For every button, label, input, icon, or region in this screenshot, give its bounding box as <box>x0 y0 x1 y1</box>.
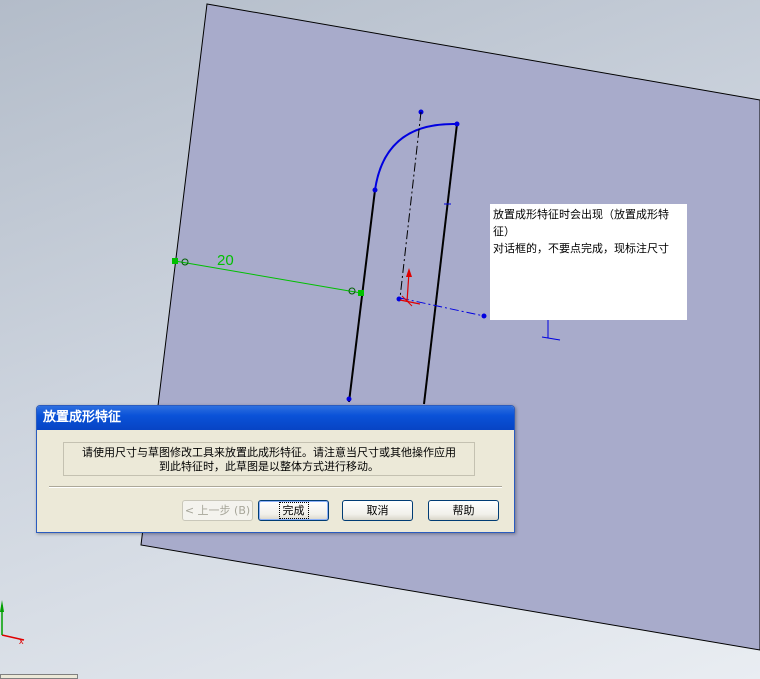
dialog-message-line-2: 到此特征时，此草图是以整体方式进行移动。 <box>159 460 379 473</box>
help-button[interactable]: 帮助 <box>428 500 499 521</box>
dialog-separator <box>49 486 502 488</box>
sketch-canvas[interactable]: 20 x <box>0 0 760 679</box>
sketch-point[interactable] <box>454 121 460 127</box>
back-button[interactable]: < 上一步 (B) <box>182 500 253 521</box>
sketch-point[interactable] <box>346 396 352 402</box>
dialog-message: 请使用尺寸与草图修改工具来放置此成形特征。请注意当尺寸或其他操作应用 到此特征时… <box>63 442 475 476</box>
bottom-status-tab[interactable] <box>0 674 78 679</box>
help-button-label: 帮助 <box>452 504 475 517</box>
place-form-feature-dialog[interactable]: 放置成形特征 请使用尺寸与草图修改工具来放置此成形特征。请注意当尺寸或其他操作应… <box>36 405 515 533</box>
sketch-plane[interactable] <box>140 3 760 651</box>
annotation-line-1: 放置成形特征时会出现（放置成形特征） <box>493 208 669 238</box>
dialog-message-line-1: 请使用尺寸与草图修改工具来放置此成形特征。请注意当尺寸或其他操作应用 <box>82 446 456 459</box>
dialog-title: 放置成形特征 <box>43 410 122 425</box>
finish-button[interactable]: 完成 <box>258 500 329 521</box>
back-button-label: < 上一步 (B) <box>184 504 251 517</box>
dimension-value[interactable]: 20 <box>217 252 234 269</box>
annotation-line-2: 对话框的，不要点完成，现标注尺寸 <box>493 242 669 255</box>
reference-triad-icon: x <box>0 600 25 646</box>
finish-button-label: 完成 <box>278 502 309 519</box>
sketch-point[interactable] <box>481 313 487 319</box>
dialog-titlebar[interactable]: 放置成形特征 <box>37 406 514 430</box>
cancel-button-label: 取消 <box>366 504 389 517</box>
dimension-handle[interactable] <box>172 258 178 264</box>
sketch-point[interactable] <box>372 187 378 193</box>
cancel-button[interactable]: 取消 <box>342 500 413 521</box>
dimension-handle[interactable] <box>358 290 364 296</box>
triad-x-label: x <box>19 636 24 646</box>
annotation-note: 放置成形特征时会出现（放置成形特征） 对话框的，不要点完成，现标注尺寸 <box>490 204 687 320</box>
graphics-viewport[interactable]: 20 x 放置成形特征时会出现（放置成形特征） 对话框的，不要点完成，现标注尺寸… <box>0 0 760 679</box>
